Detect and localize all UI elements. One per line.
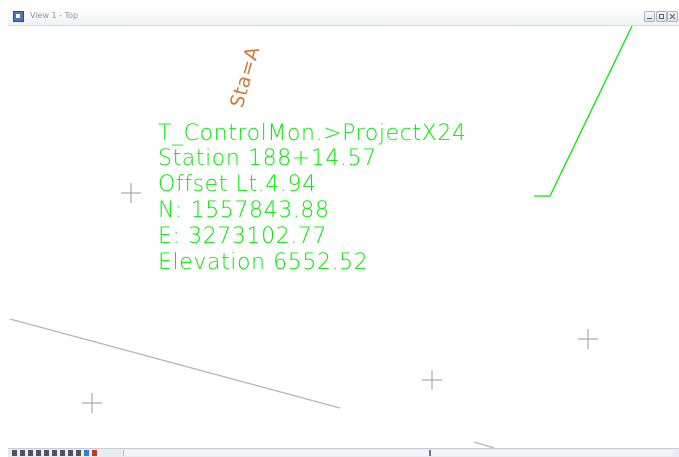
zoom-in-icon[interactable]: [20, 450, 25, 456]
window-title: View 1 - Top: [30, 11, 79, 20]
control-point-name[interactable]: T_ControlMon.>ProjectX24: [158, 122, 467, 145]
rotate-view-icon[interactable]: [52, 450, 57, 456]
horizontal-scrollbar[interactable]: [123, 450, 674, 456]
elevation-value[interactable]: Elevation 6552.52: [158, 251, 368, 274]
view-control-toolbar: [8, 448, 679, 457]
title-bar[interactable]: View 1 - Top: [8, 8, 679, 26]
crosshair-marker[interactable]: [578, 329, 598, 349]
alignment-line[interactable]: [534, 26, 633, 197]
minimize-button[interactable]: [644, 11, 655, 22]
previous-view-icon[interactable]: [68, 450, 73, 456]
fit-view-icon[interactable]: [44, 450, 49, 456]
crosshair-marker[interactable]: [82, 393, 102, 413]
edge-line[interactable]: [9, 318, 341, 409]
zoom-out-icon[interactable]: [28, 450, 33, 456]
close-button[interactable]: [667, 11, 678, 22]
view-control-icon[interactable]: [12, 450, 17, 456]
next-view-icon[interactable]: [76, 450, 81, 456]
offset-value[interactable]: Offset Lt.4.94: [158, 173, 317, 196]
crosshair-marker[interactable]: [422, 370, 442, 390]
pan-view-icon[interactable]: [60, 450, 65, 456]
drawing-geometry: [9, 26, 633, 448]
view-window-icon: [13, 11, 24, 22]
scrollbar-thumb[interactable]: [429, 450, 431, 456]
easting-value[interactable]: E: 3273102.77: [158, 225, 327, 248]
view-window: View 1 - Top Sta=A T_ControlMon.>Project…: [0, 0, 679, 457]
drawing-canvas[interactable]: Sta=A T_ControlMon.>ProjectX24 Station 1…: [8, 26, 679, 448]
crosshair-marker[interactable]: [121, 183, 141, 203]
station-value[interactable]: Station 188+14.57: [158, 147, 377, 170]
display-style-icon[interactable]: [92, 450, 97, 456]
window-area-icon[interactable]: [36, 450, 41, 456]
maximize-button[interactable]: [656, 11, 667, 22]
northing-value[interactable]: N: 1557843.88: [158, 199, 330, 222]
view-attributes-icon[interactable]: [84, 450, 89, 456]
